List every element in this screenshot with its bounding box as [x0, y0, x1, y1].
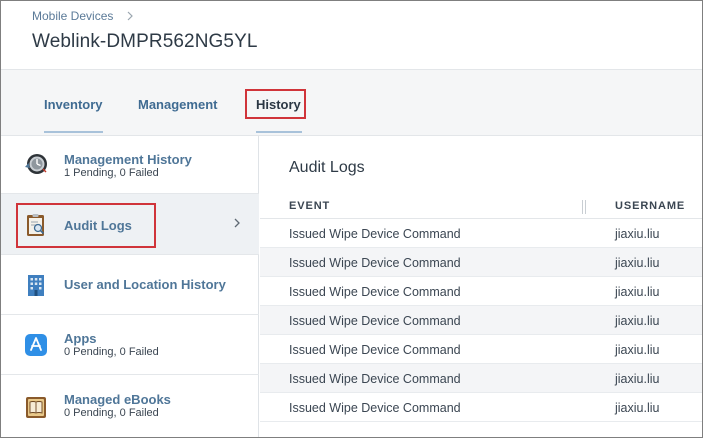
sidebar-item-managed-ebooks[interactable]: Managed eBooks 0 Pending, 0 Failed	[1, 375, 259, 437]
page-header: Mobile Devices Weblink-DMPR562NG5YL	[1, 1, 702, 69]
sidebar-item-user-location-history[interactable]: User and Location History	[1, 255, 259, 315]
cell-event: Issued Wipe Device Command	[289, 227, 461, 241]
highlight-box-audit-logs	[16, 203, 156, 248]
cell-event: Issued Wipe Device Command	[289, 285, 461, 299]
sidebar-item-label: Management History	[64, 152, 192, 167]
tab-inventory[interactable]: Inventory	[44, 97, 103, 112]
cell-username: jiaxiu.liu	[615, 227, 660, 241]
sidebar-item-status: 1 Pending, 0 Failed	[64, 167, 159, 179]
ebook-icon	[26, 397, 46, 418]
table-body: Issued Wipe Device Command jiaxiu.liu Is…	[260, 219, 702, 422]
cell-username: jiaxiu.liu	[615, 256, 660, 270]
table-row[interactable]: Issued Wipe Device Command jiaxiu.liu	[260, 335, 702, 364]
sidebar-item-label: Managed eBooks	[64, 392, 171, 407]
highlight-box-history	[245, 89, 306, 119]
table-row[interactable]: Issued Wipe Device Command jiaxiu.liu	[260, 306, 702, 335]
cell-event: Issued Wipe Device Command	[289, 372, 461, 386]
cell-event: Issued Wipe Device Command	[289, 343, 461, 357]
cell-username: jiaxiu.liu	[615, 314, 660, 328]
sidebar-item-status: 0 Pending, 0 Failed	[64, 407, 159, 419]
table-row[interactable]: Issued Wipe Device Command jiaxiu.liu	[260, 248, 702, 277]
sidebar-item-status: 0 Pending, 0 Failed	[64, 346, 159, 358]
chevron-right-icon	[234, 218, 240, 228]
cell-event: Issued Wipe Device Command	[289, 314, 461, 328]
chevron-right-icon	[127, 11, 134, 21]
table-row[interactable]: Issued Wipe Device Command jiaxiu.liu	[260, 219, 702, 248]
sidebar-item-label: User and Location History	[64, 277, 226, 292]
column-header-username[interactable]: USERNAME	[615, 200, 685, 212]
page-title: Weblink-DMPR562NG5YL	[32, 31, 258, 52]
cell-event: Issued Wipe Device Command	[289, 256, 461, 270]
app-window: Mobile Devices Weblink-DMPR562NG5YL Inve…	[0, 0, 703, 438]
tab-history-underline	[256, 131, 302, 133]
cell-username: jiaxiu.liu	[615, 372, 660, 386]
tab-management[interactable]: Management	[138, 97, 217, 112]
tab-bar: Inventory Management History	[1, 69, 702, 136]
table-header: EVENT USERNAME	[260, 193, 702, 219]
cell-username: jiaxiu.liu	[615, 401, 660, 415]
audit-log-table: EVENT USERNAME Issued Wipe Device Comman…	[260, 193, 702, 422]
column-header-event[interactable]: EVENT	[289, 200, 330, 212]
cell-username: jiaxiu.liu	[615, 343, 660, 357]
breadcrumb-mobile-devices[interactable]: Mobile Devices	[32, 9, 113, 23]
table-row[interactable]: Issued Wipe Device Command jiaxiu.liu	[260, 277, 702, 306]
table-row[interactable]: Issued Wipe Device Command jiaxiu.liu	[260, 393, 702, 422]
management-history-icon	[25, 154, 47, 174]
table-row[interactable]: Issued Wipe Device Command jiaxiu.liu	[260, 364, 702, 393]
main-content: Audit Logs EVENT USERNAME Issued Wipe De…	[260, 136, 702, 437]
sidebar-item-apps[interactable]: Apps 0 Pending, 0 Failed	[1, 315, 259, 375]
building-icon	[28, 275, 44, 296]
sidebar-item-management-history[interactable]: Management History 1 Pending, 0 Failed	[1, 136, 259, 194]
sidebar: Management History 1 Pending, 0 Failed A…	[1, 136, 259, 437]
breadcrumb: Mobile Devices	[32, 9, 135, 23]
column-resize-handle[interactable]	[582, 200, 586, 214]
section-title: Audit Logs	[289, 159, 365, 176]
sidebar-item-label: Apps	[64, 331, 97, 346]
cell-username: jiaxiu.liu	[615, 285, 660, 299]
cell-event: Issued Wipe Device Command	[289, 401, 461, 415]
app-store-icon	[25, 334, 47, 356]
tab-inventory-underline	[44, 131, 103, 133]
